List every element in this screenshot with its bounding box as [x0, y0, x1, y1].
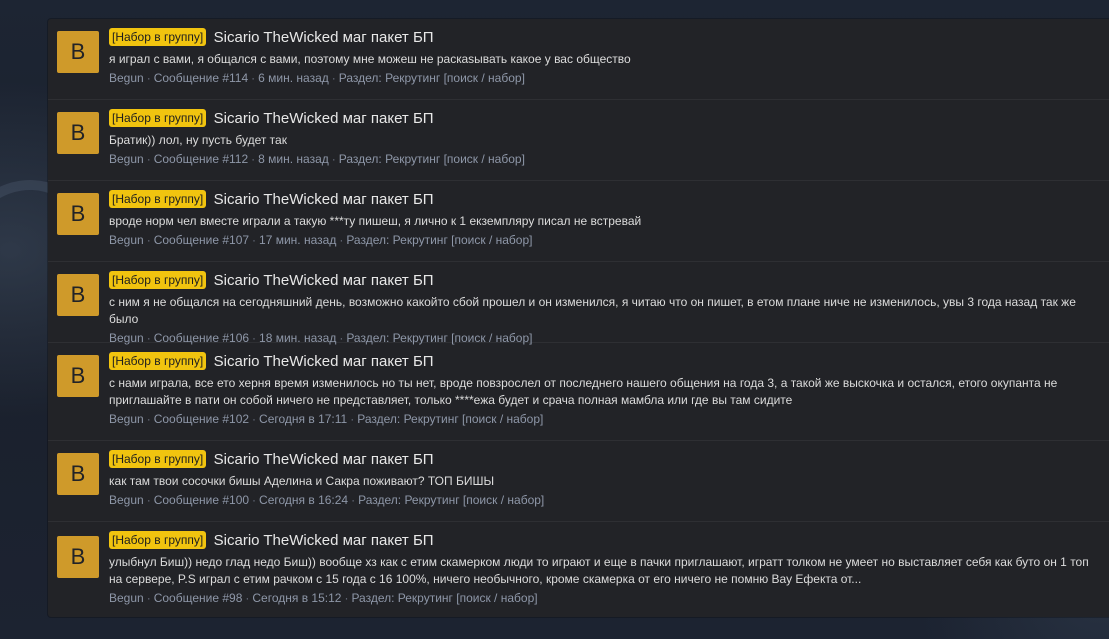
author-link[interactable]: Begun	[109, 71, 144, 85]
post-snippet[interactable]: вроде норм чел вместе играли а такую ***…	[109, 213, 1101, 230]
author-link[interactable]: Begun	[109, 412, 144, 426]
section-label: Раздел:	[351, 591, 395, 605]
section-link[interactable]: Рекрутинг [поиск / набор]	[404, 493, 544, 507]
avatar[interactable]: B	[57, 536, 99, 578]
search-result: B [Набор в группу] Sicario TheWicked маг…	[48, 100, 1109, 181]
section-label: Раздел:	[338, 152, 382, 166]
separator: ·	[146, 493, 151, 507]
search-result: B [Набор в группу] Sicario TheWicked маг…	[48, 262, 1109, 345]
search-result: B [Набор в группу] Sicario TheWicked маг…	[48, 441, 1109, 522]
separator: ·	[344, 591, 349, 605]
avatar[interactable]: B	[57, 355, 99, 397]
result-title-line: [Набор в группу] Sicario TheWicked маг п…	[109, 108, 1101, 130]
result-meta: Begun · Сообщение #112 · 8 мин. назад · Раздел…	[109, 151, 1101, 167]
section-link[interactable]: Рекрутинг [поиск / набор]	[404, 412, 544, 426]
section-link[interactable]: Рекрутинг [поиск / набор]	[385, 152, 525, 166]
separator: ·	[146, 233, 151, 247]
post-number-link[interactable]: Сообщение #112	[154, 152, 248, 166]
post-time: Сегодня в 15:12	[252, 591, 342, 605]
thread-prefix-badge[interactable]: [Набор в группу]	[109, 109, 207, 127]
post-snippet[interactable]: с ним я не общался на сегодняшний день, …	[109, 294, 1101, 328]
section-label: Раздел:	[358, 493, 402, 507]
result-title-line: [Набор в группу] Sicario TheWicked маг п…	[109, 449, 1101, 471]
avatar[interactable]: B	[57, 193, 99, 235]
thread-title-link[interactable]: Sicario TheWicked маг пакет БП	[214, 29, 434, 46]
post-snippet[interactable]: я играл с вами, я общался с вами, поэтом…	[109, 51, 1101, 68]
post-snippet[interactable]: как там твои сосочки бишы Аделина и Сакр…	[109, 473, 1101, 490]
thread-prefix-badge[interactable]: [Набор в группу]	[109, 450, 207, 468]
separator: ·	[252, 233, 257, 247]
separator: ·	[251, 71, 256, 85]
separator: ·	[146, 412, 151, 426]
post-time: 6 мин. назад	[258, 71, 329, 85]
post-time: 8 мин. назад	[258, 152, 329, 166]
search-result: B [Набор в группу] Sicario TheWicked маг…	[48, 181, 1109, 262]
separator: ·	[331, 152, 336, 166]
post-number-link[interactable]: Сообщение #114	[154, 71, 248, 85]
post-time: 17 мин. назад	[259, 233, 337, 247]
result-title-line: [Набор в группу] Sicario TheWicked маг п…	[109, 189, 1101, 211]
author-link[interactable]: Begun	[109, 591, 144, 605]
separator: ·	[146, 71, 151, 85]
section-label: Раздел:	[338, 71, 382, 85]
post-number-link[interactable]: Сообщение #107	[154, 233, 249, 247]
search-results-list: B [Набор в группу] Sicario TheWicked маг…	[48, 19, 1109, 617]
separator: ·	[351, 493, 356, 507]
separator: ·	[146, 152, 151, 166]
result-title-line: [Набор в группу] Sicario TheWicked маг п…	[109, 530, 1101, 552]
post-number-link[interactable]: Сообщение #98	[154, 591, 243, 605]
separator: ·	[339, 233, 344, 247]
post-number-link[interactable]: Сообщение #102	[154, 412, 249, 426]
avatar[interactable]: B	[57, 112, 99, 154]
post-snippet[interactable]: с нами играла, все ето херня время измен…	[109, 375, 1101, 409]
thread-prefix-badge[interactable]: [Набор в группу]	[109, 352, 207, 370]
thread-prefix-badge[interactable]: [Набор в группу]	[109, 271, 207, 289]
avatar[interactable]: B	[57, 31, 99, 73]
separator: ·	[146, 591, 151, 605]
thread-title-link[interactable]: Sicario TheWicked маг пакет БП	[214, 451, 434, 468]
result-meta: Begun · Сообщение #107 · 17 мин. назад · Разде…	[109, 232, 1101, 248]
thread-title-link[interactable]: Sicario TheWicked маг пакет БП	[214, 532, 434, 549]
author-link[interactable]: Begun	[109, 152, 144, 166]
thread-title-link[interactable]: Sicario TheWicked маг пакет БП	[214, 191, 434, 208]
result-title-line: [Набор в группу] Sicario TheWicked маг п…	[109, 351, 1101, 373]
author-link[interactable]: Begun	[109, 233, 144, 247]
result-title-line: [Набор в группу] Sicario TheWicked маг п…	[109, 270, 1101, 292]
result-meta: Begun · Сообщение #102 · Сегодня в 17:11 · Раз…	[109, 411, 1101, 427]
post-snippet[interactable]: улыбнул Биш)) недо глад недо Биш)) вообщ…	[109, 554, 1101, 588]
post-number-link[interactable]: Сообщение #100	[154, 493, 249, 507]
separator: ·	[251, 152, 256, 166]
result-meta: Begun · Сообщение #98 · Сегодня в 15:12 · Разд…	[109, 590, 1101, 606]
section-link[interactable]: Рекрутинг [поиск / набор]	[385, 71, 525, 85]
thread-prefix-badge[interactable]: [Набор в группу]	[109, 28, 207, 46]
post-snippet[interactable]: Братик)) лол, ну пусть будет так	[109, 132, 1101, 149]
separator: ·	[350, 412, 355, 426]
search-result: B [Набор в группу] Sicario TheWicked маг…	[48, 343, 1109, 441]
search-result: B [Набор в группу] Sicario TheWicked маг…	[48, 522, 1109, 617]
avatar[interactable]: B	[57, 274, 99, 316]
thread-prefix-badge[interactable]: [Набор в группу]	[109, 531, 207, 549]
section-label: Раздел:	[357, 412, 401, 426]
section-label: Раздел:	[346, 233, 390, 247]
thread-title-link[interactable]: Sicario TheWicked маг пакет БП	[214, 272, 434, 289]
avatar[interactable]: B	[57, 453, 99, 495]
separator: ·	[252, 493, 257, 507]
thread-title-link[interactable]: Sicario TheWicked маг пакет БП	[214, 110, 434, 127]
section-link[interactable]: Рекрутинг [поиск / набор]	[393, 233, 533, 247]
thread-title-link[interactable]: Sicario TheWicked маг пакет БП	[214, 353, 434, 370]
section-link[interactable]: Рекрутинг [поиск / набор]	[398, 591, 538, 605]
post-time: Сегодня в 17:11	[259, 412, 348, 426]
result-meta: Begun · Сообщение #100 · Сегодня в 16:24 · Раз…	[109, 492, 1101, 508]
result-title-line: [Набор в группу] Sicario TheWicked маг п…	[109, 27, 1101, 49]
thread-prefix-badge[interactable]: [Набор в группу]	[109, 190, 207, 208]
result-meta: Begun · Сообщение #114 · 6 мин. назад · Раздел…	[109, 70, 1101, 86]
separator: ·	[252, 412, 257, 426]
separator: ·	[245, 591, 250, 605]
post-time: Сегодня в 16:24	[259, 493, 349, 507]
author-link[interactable]: Begun	[109, 493, 144, 507]
search-result: B [Набор в группу] Sicario TheWicked маг…	[48, 19, 1109, 100]
separator: ·	[331, 71, 336, 85]
